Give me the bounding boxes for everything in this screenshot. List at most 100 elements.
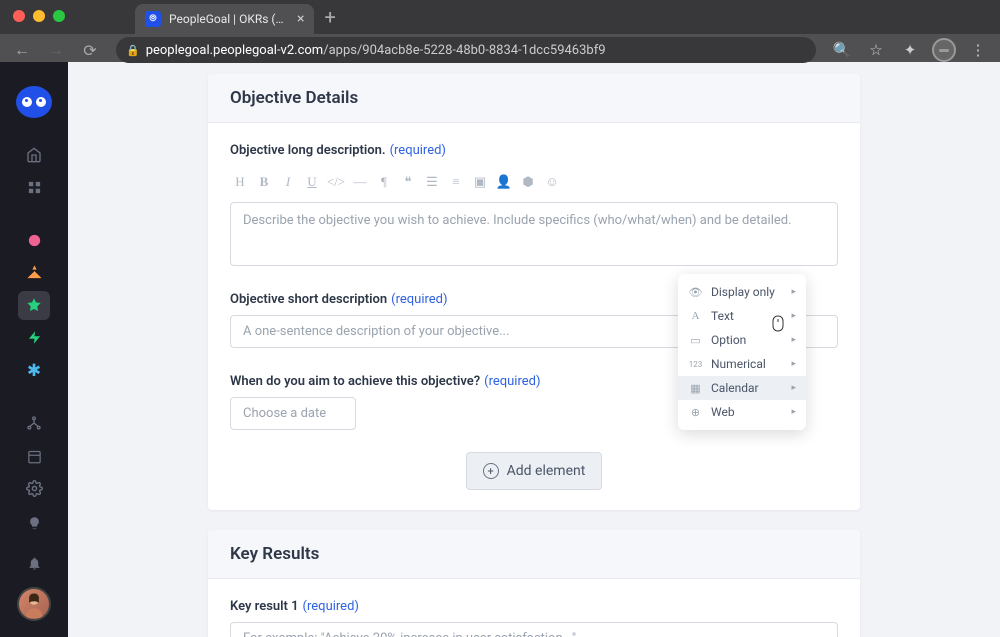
tab-favicon-icon: ⦾ [145, 11, 161, 27]
eye-icon: 👁 [688, 286, 703, 299]
new-tab-button[interactable]: + [314, 5, 345, 29]
zoom-icon[interactable]: 🔍 [828, 36, 856, 64]
chevron-right-icon: ▸ [791, 359, 796, 369]
dropdown-item-display-only[interactable]: 👁 Display only ▸ [678, 280, 806, 304]
dropdown-item-numerical[interactable]: 123 Numerical ▸ [678, 352, 806, 376]
add-element-container: + Add element [230, 452, 838, 490]
close-window-icon[interactable] [13, 10, 25, 22]
required-tag: (required) [303, 599, 359, 614]
kr1-field: Key result 1 (required) For example: "Ac… [230, 595, 838, 637]
add-element-label: Add element [507, 463, 586, 479]
attachment-icon[interactable]: ⬢ [518, 172, 538, 192]
underline-icon[interactable]: U [302, 172, 322, 192]
sidebar-notifications-icon[interactable] [18, 547, 50, 579]
objective-details-card: Objective Details Objective long descrip… [208, 74, 860, 510]
home-icon[interactable] [18, 140, 50, 169]
extensions-icon[interactable]: ✦ [896, 36, 924, 64]
card-title: Key Results [230, 544, 838, 564]
dropdown-item-web[interactable]: ⊕ Web ▸ [678, 400, 806, 424]
field-label: When do you aim to achieve this objectiv… [230, 374, 480, 389]
tab-title: PeopleGoal | OKRs (Objectives... [169, 12, 289, 26]
dropdown-label: Option [711, 333, 783, 347]
sidebar-item-pink-icon[interactable] [18, 226, 50, 255]
paragraph-icon[interactable]: ¶ [374, 172, 394, 192]
chevron-right-icon: ▸ [791, 311, 796, 321]
app-logo-icon[interactable] [16, 86, 52, 118]
sidebar-item-asterisk-icon[interactable]: ✱ [18, 356, 50, 385]
plus-icon: + [483, 463, 499, 479]
sidebar-item-org-icon[interactable] [18, 409, 50, 438]
required-tag: (required) [390, 143, 446, 158]
main-content: Objective Details Objective long descrip… [68, 62, 1000, 637]
dropdown-item-text[interactable]: A Text ▸ [678, 304, 806, 328]
sidebar-item-settings-icon[interactable] [18, 474, 50, 503]
lock-icon: 🔒 [126, 44, 140, 57]
forward-button[interactable]: → [42, 36, 70, 64]
profile-icon[interactable] [930, 36, 958, 64]
required-tag: (required) [484, 374, 540, 389]
field-label: Objective long description. [230, 143, 386, 158]
bookmark-icon[interactable]: ☆ [862, 36, 890, 64]
achieve-date-input[interactable]: Choose a date [230, 397, 356, 430]
minimize-window-icon[interactable] [33, 10, 45, 22]
long-description-field: Objective long description. (required) H… [230, 139, 838, 266]
chevron-right-icon: ▸ [791, 287, 796, 297]
add-element-dropdown: 👁 Display only ▸ A Text ▸ ▭ Option ▸ 123… [678, 274, 806, 430]
option-icon: ▭ [688, 334, 703, 347]
image-icon[interactable]: ▣ [470, 172, 490, 192]
sidebar-item-bolt-icon[interactable] [18, 324, 50, 353]
sidebar-hint-icon[interactable] [18, 507, 50, 539]
italic-icon[interactable]: I [278, 172, 298, 192]
window-controls [0, 0, 65, 22]
kr1-input[interactable]: For example: "Achieve 20% increase in us… [230, 622, 838, 637]
chevron-right-icon: ▸ [791, 407, 796, 417]
chevron-right-icon: ▸ [791, 335, 796, 345]
card-body: Key result 1 (required) For example: "Ac… [208, 579, 860, 637]
card-header: Objective Details [208, 74, 860, 123]
reload-button[interactable]: ⟳ [76, 36, 104, 64]
field-label: Key result 1 [230, 599, 299, 614]
bold-icon[interactable]: B [254, 172, 274, 192]
bullet-list-icon[interactable]: ☰ [422, 172, 442, 192]
dropdown-label: Display only [711, 285, 783, 299]
dropdown-label: Web [711, 405, 783, 419]
text-icon: A [688, 310, 703, 322]
key-results-card: Key Results Key result 1 (required) For … [208, 530, 860, 637]
dropdown-item-calendar[interactable]: ▦ Calendar ▸ [678, 376, 806, 400]
dropdown-label: Numerical [711, 357, 783, 371]
browser-tab[interactable]: ⦾ PeopleGoal | OKRs (Objectives... × [135, 4, 314, 34]
chevron-right-icon: ▸ [791, 383, 796, 393]
dropdown-label: Calendar [711, 381, 783, 395]
rich-text-toolbar: H B I U </> — ¶ ❝ ☰ ≡ ▣ 👤 ⬢ ☺ [230, 162, 838, 202]
sidebar: ✱ [0, 62, 68, 637]
numbered-list-icon[interactable]: ≡ [446, 172, 466, 192]
menu-icon[interactable]: ⋮ [964, 36, 992, 64]
sidebar-item-star-icon[interactable] [18, 291, 50, 320]
code-icon[interactable]: </> [326, 172, 346, 192]
app-container: ✱ Objective Details [0, 62, 1000, 637]
divider-icon[interactable]: — [350, 172, 370, 192]
mention-icon[interactable]: 👤 [494, 172, 514, 192]
field-label: Objective short description [230, 292, 387, 307]
apps-icon[interactable] [18, 173, 50, 202]
quote-icon[interactable]: ❝ [398, 172, 418, 192]
back-button[interactable]: ← [8, 36, 36, 64]
sidebar-item-orange-icon[interactable] [18, 258, 50, 287]
add-element-button[interactable]: + Add element [466, 452, 603, 490]
card-header: Key Results [208, 530, 860, 579]
url-text: peoplegoal.peoplegoal-v2.com/apps/904acb… [146, 43, 606, 58]
calendar-icon: ▦ [688, 382, 703, 395]
web-icon: ⊕ [688, 406, 703, 419]
numerical-icon: 123 [688, 360, 703, 369]
sidebar-item-calendar-icon[interactable] [18, 442, 50, 471]
heading-icon[interactable]: H [230, 172, 250, 192]
dropdown-label: Text [711, 309, 783, 323]
maximize-window-icon[interactable] [53, 10, 65, 22]
tab-close-icon[interactable]: × [297, 11, 304, 27]
card-title: Objective Details [230, 88, 838, 108]
url-input[interactable]: 🔒 peoplegoal.peoplegoal-v2.com/apps/904a… [116, 37, 816, 63]
long-description-input[interactable]: Describe the objective you wish to achie… [230, 202, 838, 266]
dropdown-item-option[interactable]: ▭ Option ▸ [678, 328, 806, 352]
emoji-icon[interactable]: ☺ [542, 172, 562, 192]
user-avatar[interactable] [17, 587, 51, 621]
